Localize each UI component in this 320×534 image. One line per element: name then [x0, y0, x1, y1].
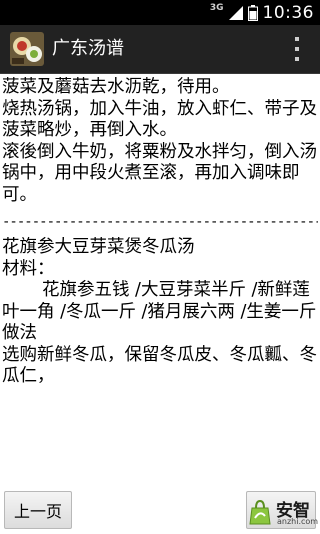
method-label: 做法 [2, 323, 37, 343]
recipe-step: 烧热汤锅，加入牛油，放入虾仁、带子及菠菜略炒，再倒入水。 [2, 98, 317, 141]
network-type-label: 3G [209, 3, 224, 13]
method-text: 选购新鲜冬瓜，保留冬瓜皮、冬瓜瓤、冬瓜仁， [2, 344, 317, 387]
action-bar: 广东汤谱 [0, 25, 320, 74]
prev-page-button[interactable]: 上一页 [4, 491, 72, 529]
anzhi-watermark: 安智 anzhi.com [244, 494, 319, 532]
signal-icon [228, 5, 243, 20]
overflow-menu-icon[interactable] [292, 37, 302, 61]
recipe-step: 菠菜及蘑菇去水沥乾，待用。 [2, 77, 230, 97]
shopping-bag-icon [249, 499, 271, 525]
recipe-step: 滚後倒入牛奶，将粟粉及水拌匀，倒入汤锅中，用中段火煮至滚，再加入调味即可。 [2, 141, 317, 205]
recipe-content: 菠菜及蘑菇去水沥乾，待用。 烧热汤锅，加入牛油，放入虾仁、带子及菠菜略炒，再倒入… [2, 77, 318, 477]
ingredients-label: 材料： [2, 258, 55, 279]
app-food-icon[interactable] [10, 32, 44, 66]
status-bar: 3G 10:36 [0, 0, 320, 25]
app-title: 广东汤谱 [52, 38, 124, 59]
clock: 10:36 [262, 2, 314, 23]
recipe-title: 花旗参大豆芽菜煲冬瓜汤 [2, 237, 195, 257]
ingredients-text: 花旗参五钱 /大豆芽菜半斤 /新鲜莲叶一角 /冬瓜一斤 /猪月展六两 /生姜一斤 [2, 280, 317, 322]
section-divider: ----------------------------------------… [2, 214, 318, 230]
watermark-site: anzhi.com [277, 517, 319, 526]
battery-icon [247, 4, 258, 21]
